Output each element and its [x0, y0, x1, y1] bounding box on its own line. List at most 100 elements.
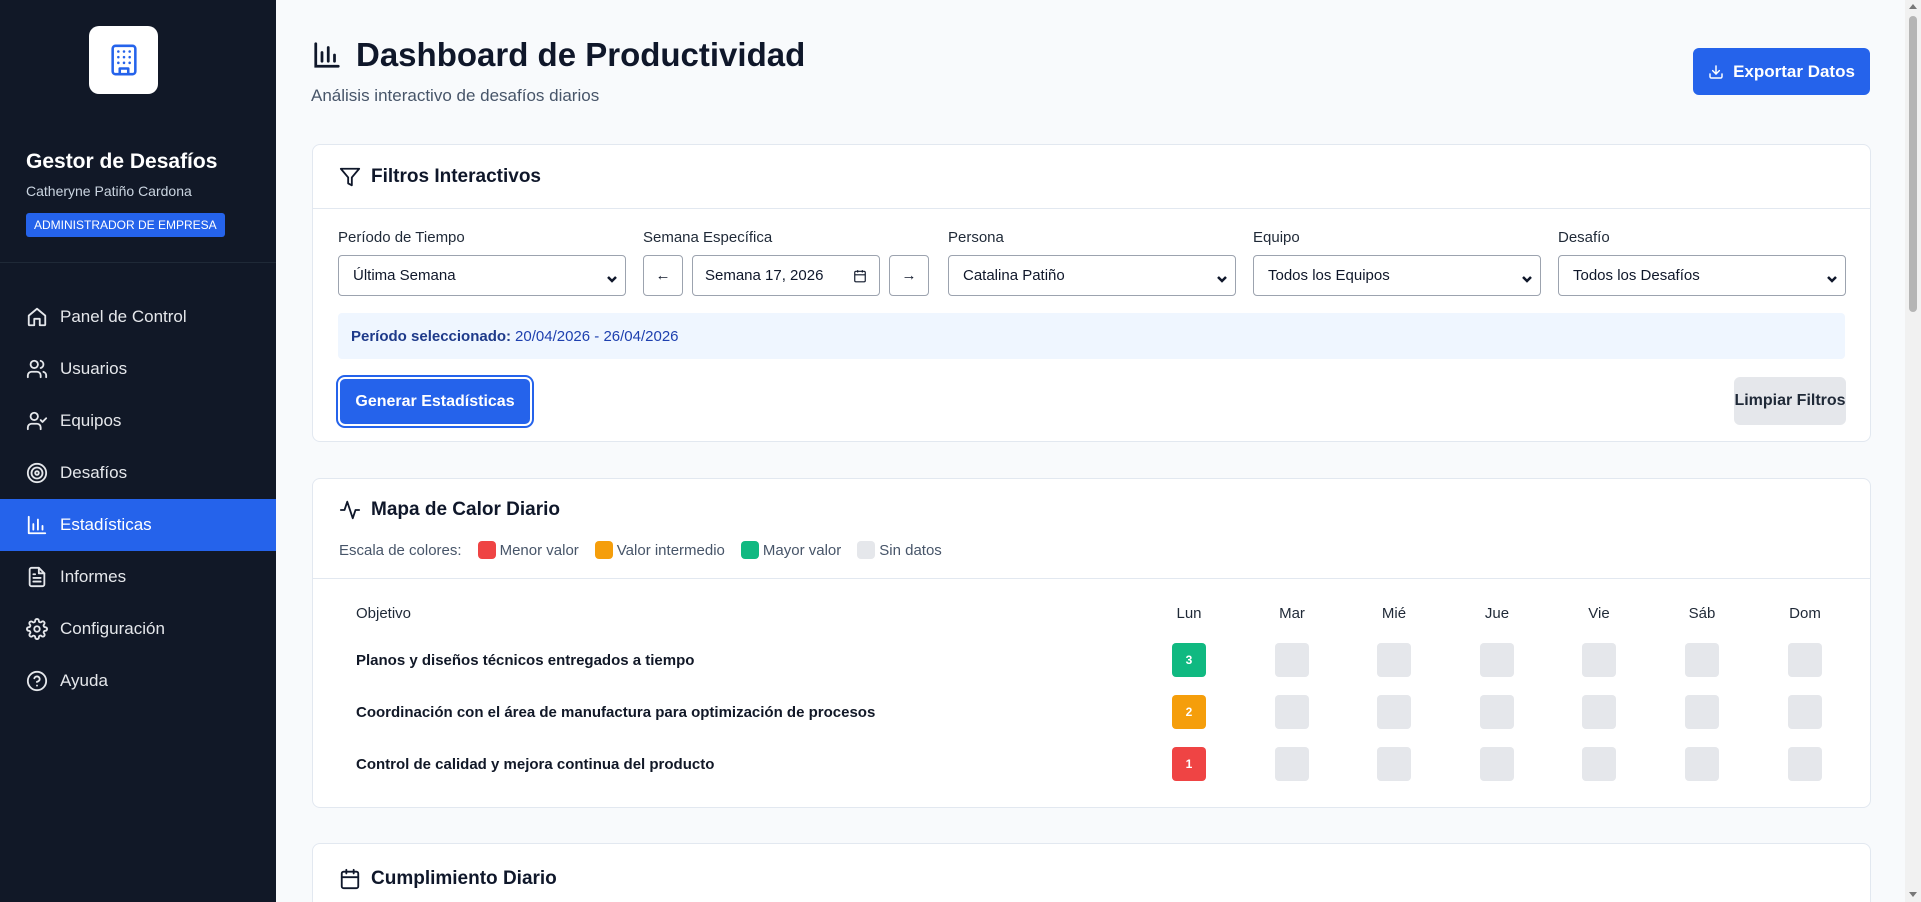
challenge-select[interactable]: Todos los Desafíos [1558, 255, 1846, 296]
brand-title: Gestor de Desafíos [26, 150, 218, 173]
page-header: Dashboard de Productividad [312, 36, 805, 74]
sidebar-item-usuarios[interactable]: Usuarios [0, 343, 276, 395]
scrollbar-thumb[interactable] [1909, 16, 1917, 312]
heatmap-cell[interactable] [1582, 747, 1616, 781]
chevron-down-icon [1217, 271, 1227, 283]
target-icon [26, 462, 48, 484]
sidebar-item-label: Equipos [60, 411, 122, 430]
heatmap-cell[interactable]: 2 [1172, 695, 1206, 729]
sidebar: Gestor de Desafíos Catheryne Patiño Card… [0, 0, 276, 902]
team-filter: Equipo Todos los Equipos [1253, 229, 1541, 296]
legend-swatch [857, 541, 876, 559]
heatmap-cell[interactable] [1582, 695, 1616, 729]
person-select[interactable]: Catalina Patiño [948, 255, 1236, 296]
legend-item-none: Sin datos [857, 541, 942, 559]
bar-chart-icon [27, 515, 47, 535]
main-content: Dashboard de Productividad Análisis inte… [276, 0, 1921, 902]
day-header: Mar [1279, 605, 1305, 622]
legend-swatch [594, 541, 613, 559]
bar-chart-icon [314, 42, 340, 68]
objective-label: Control de calidad y mejora continua del… [356, 756, 715, 773]
day-header: Dom [1789, 605, 1821, 622]
daily-compliance-header: Cumplimiento Diario [313, 844, 1870, 902]
period-filter: Período de Tiempo Última Semana [338, 229, 626, 296]
period-label: Período de Tiempo [338, 229, 465, 246]
heatmap-cell[interactable] [1480, 695, 1514, 729]
week-value: Semana 17, 2026 [705, 267, 824, 284]
calendar-icon[interactable] [853, 269, 867, 283]
heatmap-cell[interactable] [1582, 643, 1616, 677]
next-week-button[interactable]: → [889, 255, 929, 296]
app-logo[interactable] [89, 26, 158, 94]
sidebar-item-panel-de-control[interactable]: Panel de Control [0, 291, 276, 343]
week-date-input[interactable]: Semana 17, 2026 [692, 255, 880, 296]
heatmap-cell[interactable] [1685, 695, 1719, 729]
heatmap-cell[interactable] [1685, 643, 1719, 677]
heatmap-cell[interactable] [1275, 643, 1309, 677]
sidebar-item-informes[interactable]: Informes [0, 551, 276, 603]
heatmap-cell[interactable] [1377, 695, 1411, 729]
sidebar-item-estadisticas[interactable]: Estadísticas [0, 499, 276, 551]
heatmap-cell[interactable] [1377, 747, 1411, 781]
challenge-label: Desafío [1558, 229, 1610, 246]
activity-icon [339, 500, 361, 520]
period-select[interactable]: Última Semana [338, 255, 626, 296]
sidebar-item-label: Estadísticas [60, 515, 152, 534]
sidebar-item-label: Usuarios [60, 359, 128, 378]
export-data-label: Exportar Datos [1733, 61, 1855, 81]
heatmap-title: Mapa de Calor Diario [371, 499, 560, 520]
daily-compliance-title: Cumplimiento Diario [371, 868, 557, 889]
day-header: Jue [1484, 605, 1510, 622]
sidebar-item-equipos[interactable]: Equipos [0, 395, 276, 447]
user-check-icon [26, 411, 48, 431]
heatmap-legend: Escala de colores: Menor valor Valor int… [339, 541, 942, 559]
team-select[interactable]: Todos los Equipos [1253, 255, 1541, 296]
legend-label: Valor intermedio [616, 541, 725, 559]
objective-header: Objetivo [356, 605, 412, 622]
sidebar-item-label: Informes [60, 567, 127, 586]
heatmap-row: Control de calidad y mejora continua del… [313, 747, 1870, 783]
sidebar-item-label: Ayuda [60, 671, 108, 690]
chevron-down-icon [1522, 271, 1532, 283]
heatmap-cell[interactable] [1377, 643, 1411, 677]
week-label: Semana Específica [643, 229, 773, 246]
heatmap-cell[interactable] [1480, 747, 1514, 781]
clear-filters-button[interactable]: Limpiar Filtros [1734, 377, 1846, 425]
heatmap-cell[interactable] [1480, 643, 1514, 677]
page-title: Dashboard de Productividad [356, 36, 806, 73]
help-circle-icon [26, 670, 48, 692]
legend-label: Sin datos [879, 541, 942, 559]
sidebar-item-configuracion[interactable]: Configuración [0, 603, 276, 655]
team-value: Todos los Equipos [1268, 267, 1390, 284]
heatmap-cell[interactable] [1788, 695, 1822, 729]
sidebar-item-desafios[interactable]: Desafíos [0, 447, 276, 499]
calendar-icon [340, 868, 360, 890]
export-data-button[interactable]: Exportar Datos [1693, 48, 1870, 95]
home-icon [27, 307, 47, 327]
heatmap-cell[interactable] [1275, 747, 1309, 781]
heatmap-cell[interactable]: 3 [1172, 643, 1206, 677]
legend-label: Mayor valor [762, 541, 842, 559]
legend-prefix: Escala de colores: [339, 541, 462, 559]
challenge-filter: Desafío Todos los Desafíos [1558, 229, 1846, 296]
heatmap-cell[interactable] [1788, 747, 1822, 781]
legend-item-high: Mayor valor [740, 541, 842, 559]
sidebar-item-ayuda[interactable]: Ayuda [0, 655, 276, 707]
scroll-down-arrow[interactable] [1909, 892, 1917, 897]
day-header: Vie [1588, 605, 1610, 622]
heatmap-cell[interactable] [1788, 643, 1822, 677]
page-scrollbar[interactable] [1905, 0, 1921, 902]
heatmap-cell[interactable] [1275, 695, 1309, 729]
heatmap-cell[interactable] [1685, 747, 1719, 781]
gear-icon [26, 618, 48, 640]
scroll-up-arrow[interactable] [1909, 4, 1917, 9]
sidebar-nav: Panel de Control Usuarios Equipos Desafí… [0, 291, 276, 707]
previous-week-button[interactable]: ← [643, 255, 683, 296]
legend-swatch [740, 541, 759, 559]
heatmap-card: Mapa de Calor Diario Escala de colores: … [312, 478, 1871, 808]
objective-label: Coordinación con el área de manufactura … [356, 704, 876, 721]
file-text-icon [28, 566, 46, 588]
selected-period-label: Período seleccionado: [351, 327, 512, 345]
heatmap-cell[interactable]: 1 [1172, 747, 1206, 781]
generate-statistics-button[interactable]: Generar Estadísticas [336, 375, 534, 428]
